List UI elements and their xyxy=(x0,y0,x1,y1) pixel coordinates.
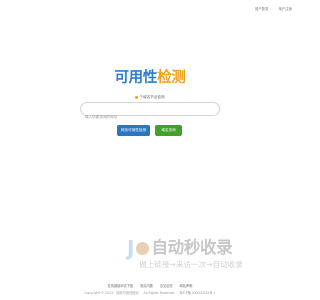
logo-part-availability: 可用性 xyxy=(114,70,158,86)
watermark-mark: J xyxy=(127,236,135,260)
footer-link-faq[interactable]: 常见问题 xyxy=(140,283,153,288)
footer-link-statement[interactable]: 网站声明 xyxy=(180,283,193,288)
footer-link-feedback[interactable]: 意见反馈 xyxy=(160,283,173,288)
watermark-logo: J 自动秒收录 xyxy=(127,238,287,258)
watermark-circle-icon xyxy=(136,241,150,255)
watermark-ad[interactable]: J 自动秒收录 做上链接→来访一次→自动收录 xyxy=(127,238,287,270)
domain-query-button[interactable]: 域名查询 xyxy=(155,125,182,136)
login-link[interactable]: 用户登录 xyxy=(255,6,269,11)
icp-text[interactable]: 粤ICP备 XXXXXXXX号-1 xyxy=(179,291,215,295)
copyright-text: Copyright © 2023 · 网页可用性检测 xyxy=(84,291,139,295)
node-hint: 个域名节点检测 xyxy=(0,95,300,100)
node-hint-text: 个域名节点检测 xyxy=(139,95,165,99)
watermark-brand: 自动秒收录 xyxy=(151,238,233,257)
footer-nav: 友情链接申请下载 常见问题 意见反馈 网站声明 xyxy=(0,283,300,288)
rights-text: All Rights Reserved xyxy=(143,291,175,295)
footer-link-friend[interactable]: 友情链接申请下载 xyxy=(108,283,134,288)
logo-part-check: 检测 xyxy=(157,70,186,86)
search-box xyxy=(80,102,220,123)
copyright: Copyright © 2023 · 网页可用性检测 All Rights Re… xyxy=(0,290,300,295)
url-input[interactable] xyxy=(85,111,213,123)
site-logo: 可用性检测 xyxy=(0,66,300,87)
availability-check-button[interactable]: 网页可用性检测 xyxy=(117,125,150,136)
register-link[interactable]: 用户注册 xyxy=(278,6,292,11)
watermark-tagline: 做上链接→来访一次→自动收录 xyxy=(139,260,243,269)
bullet-icon xyxy=(135,95,139,99)
top-nav: 用户登录 用户注册 xyxy=(255,6,292,11)
